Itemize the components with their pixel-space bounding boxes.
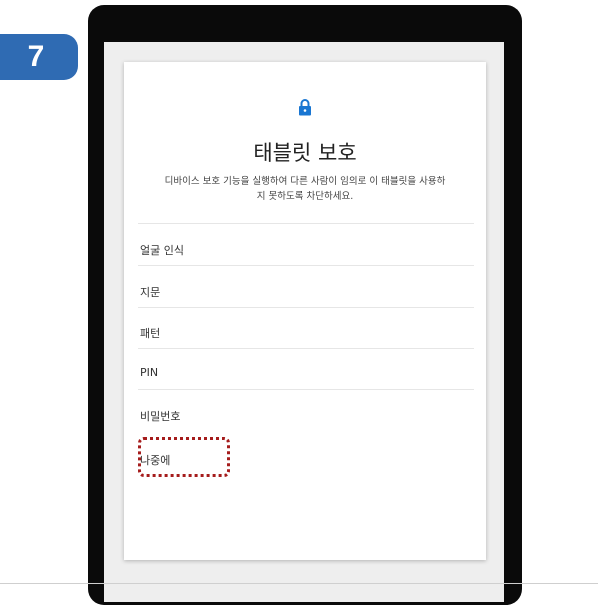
divider <box>138 307 474 308</box>
protect-tablet-dialog: 태블릿 보호 디바이스 보호 기능을 실행하여 다른 사람이 임의로 이 태블릿… <box>124 62 486 560</box>
option-pattern[interactable]: 패턴 <box>140 325 160 341</box>
option-face-recognition[interactable]: 얼굴 인식 <box>140 242 184 258</box>
option-fingerprint[interactable]: 지문 <box>140 284 160 300</box>
step-number-badge: 7 <box>0 34 78 80</box>
divider <box>138 389 474 390</box>
lock-icon <box>299 99 311 116</box>
option-pin[interactable]: PIN <box>140 366 158 379</box>
later-highlight-box <box>138 437 230 477</box>
bottom-divider <box>0 583 598 584</box>
divider <box>138 265 474 266</box>
dialog-title: 태블릿 보호 <box>253 141 357 165</box>
divider <box>138 223 474 224</box>
divider <box>138 348 474 349</box>
dialog-description: 디바이스 보호 기능을 실행하여 다른 사람이 임의로 이 태블릿을 사용하지 … <box>164 176 446 202</box>
option-password[interactable]: 비밀번호 <box>140 408 180 424</box>
